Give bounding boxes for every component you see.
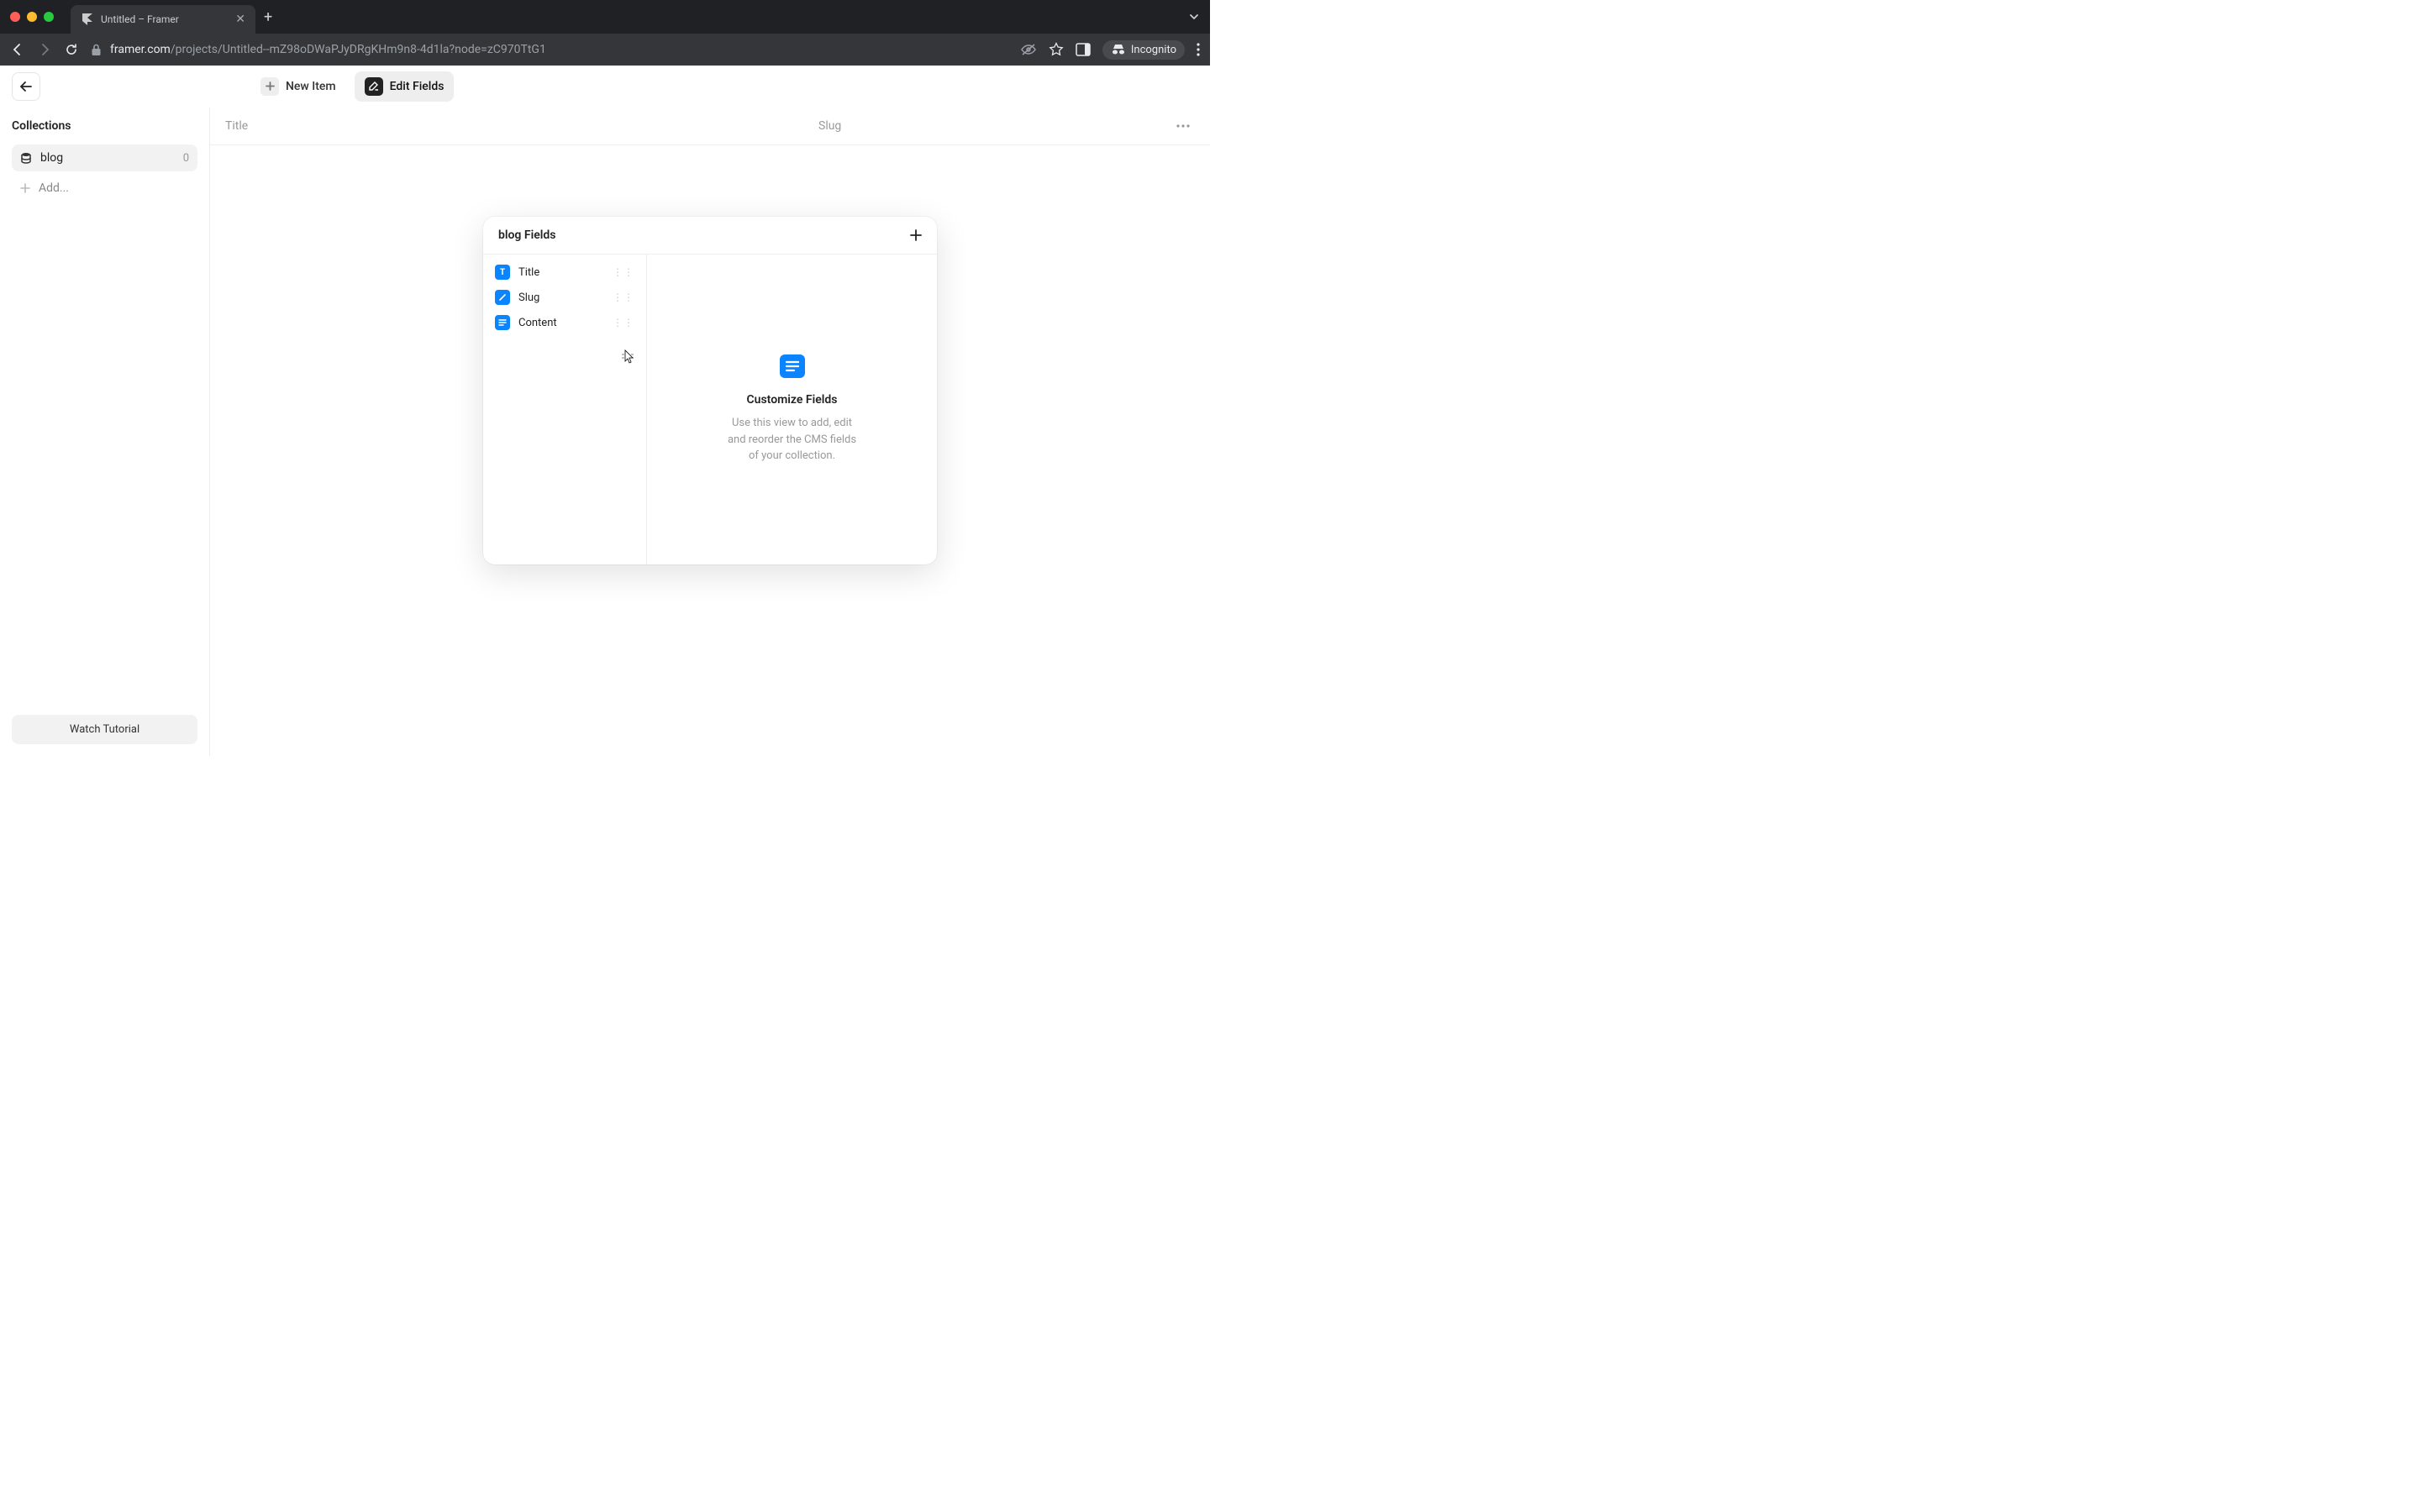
tab-bar: Untitled – Framer ✕ + [0,0,1210,34]
url-path: /projects/Untitled--mZ98oDWaPJyDRgKHm9n8… [171,43,546,56]
field-list: T Title ⋮⋮ Slug ⋮⋮ [483,255,647,564]
field-detail-panel: Customize Fields Use this view to add, e… [647,255,937,564]
address-bar: framer.com/projects/Untitled--mZ98oDWaPJ… [0,34,1210,66]
text-field-icon: T [495,265,510,280]
field-row-content[interactable]: Content ⋮⋮ [488,310,641,335]
table-header: Title Slug [210,108,1210,145]
reload-icon[interactable] [64,42,81,57]
tab-close-icon[interactable]: ✕ [235,13,245,26]
chevron-down-icon[interactable] [1188,11,1200,23]
watch-tutorial-button[interactable]: Watch Tutorial [12,715,197,744]
new-tab-button[interactable]: + [264,8,272,26]
collection-name: blog [40,151,63,165]
add-collection-label: Add... [39,181,69,195]
eye-off-icon[interactable] [1020,43,1037,56]
field-name: Slug [518,291,539,304]
sidebar: Collections blog 0 Add... Watch Tutorial [0,108,210,756]
new-item-button[interactable]: New Item [250,71,346,102]
lock-icon [91,44,102,56]
incognito-badge[interactable]: Incognito [1102,40,1185,60]
field-row-title[interactable]: T Title ⋮⋮ [488,260,641,285]
field-name: Content [518,317,557,329]
detail-text: Use this view to add, edit and reorder t… [725,415,860,465]
more-options-icon[interactable] [1171,124,1195,128]
database-icon [20,152,32,164]
add-field-button[interactable] [910,229,922,241]
url-box[interactable]: framer.com/projects/Untitled--mZ98oDWaPJ… [91,43,1010,56]
drag-handle-icon[interactable]: ⋮⋮ [613,291,634,303]
edit-fields-label: Edit Fields [390,80,445,93]
back-button[interactable] [12,72,40,101]
link-field-icon [495,290,510,305]
drag-handle-icon[interactable]: ⋮⋮ [613,266,634,278]
framer-app: New Item Edit Fields Collections blog 0 [0,66,1210,756]
browser-tab[interactable]: Untitled – Framer ✕ [71,5,255,34]
drag-handle-icon[interactable]: ⋮⋮ [613,317,634,328]
main-panel: Title Slug blog Fields T [210,108,1210,756]
field-row-slug[interactable]: Slug ⋮⋮ [488,285,641,310]
menu-dots-icon[interactable] [1197,43,1200,56]
back-nav-icon[interactable] [10,42,27,57]
fields-icon [780,354,805,378]
star-icon[interactable] [1049,42,1064,57]
new-item-label: New Item [286,80,336,93]
window-minimize[interactable] [27,12,37,22]
tab-title: Untitled – Framer [101,13,229,25]
collection-count: 0 [183,152,189,165]
sidebar-title: Collections [12,119,197,133]
framer-favicon [81,13,94,26]
panel-icon[interactable] [1076,43,1091,56]
fields-modal: blog Fields T Title ⋮⋮ [483,217,937,564]
content-field-icon [495,315,510,330]
browser-chrome: Untitled – Framer ✕ + framer.com/project… [0,0,1210,66]
incognito-label: Incognito [1131,44,1176,56]
url-domain: framer.com [110,43,171,56]
add-collection-button[interactable]: Add... [12,175,197,202]
forward-nav-icon[interactable] [37,42,54,57]
column-slug: Slug [818,119,1171,133]
plus-icon [20,183,30,193]
app-toolbar: New Item Edit Fields [0,66,1210,108]
edit-fields-button[interactable]: Edit Fields [355,71,455,102]
collection-item-blog[interactable]: blog 0 [12,144,197,171]
edit-icon [365,77,383,96]
window-controls [10,12,54,22]
plus-icon [260,77,279,96]
column-title: Title [225,119,818,133]
modal-title: blog Fields [498,228,555,242]
field-name: Title [518,266,539,279]
detail-heading: Customize Fields [747,393,838,407]
window-close[interactable] [10,12,20,22]
window-maximize[interactable] [44,12,54,22]
